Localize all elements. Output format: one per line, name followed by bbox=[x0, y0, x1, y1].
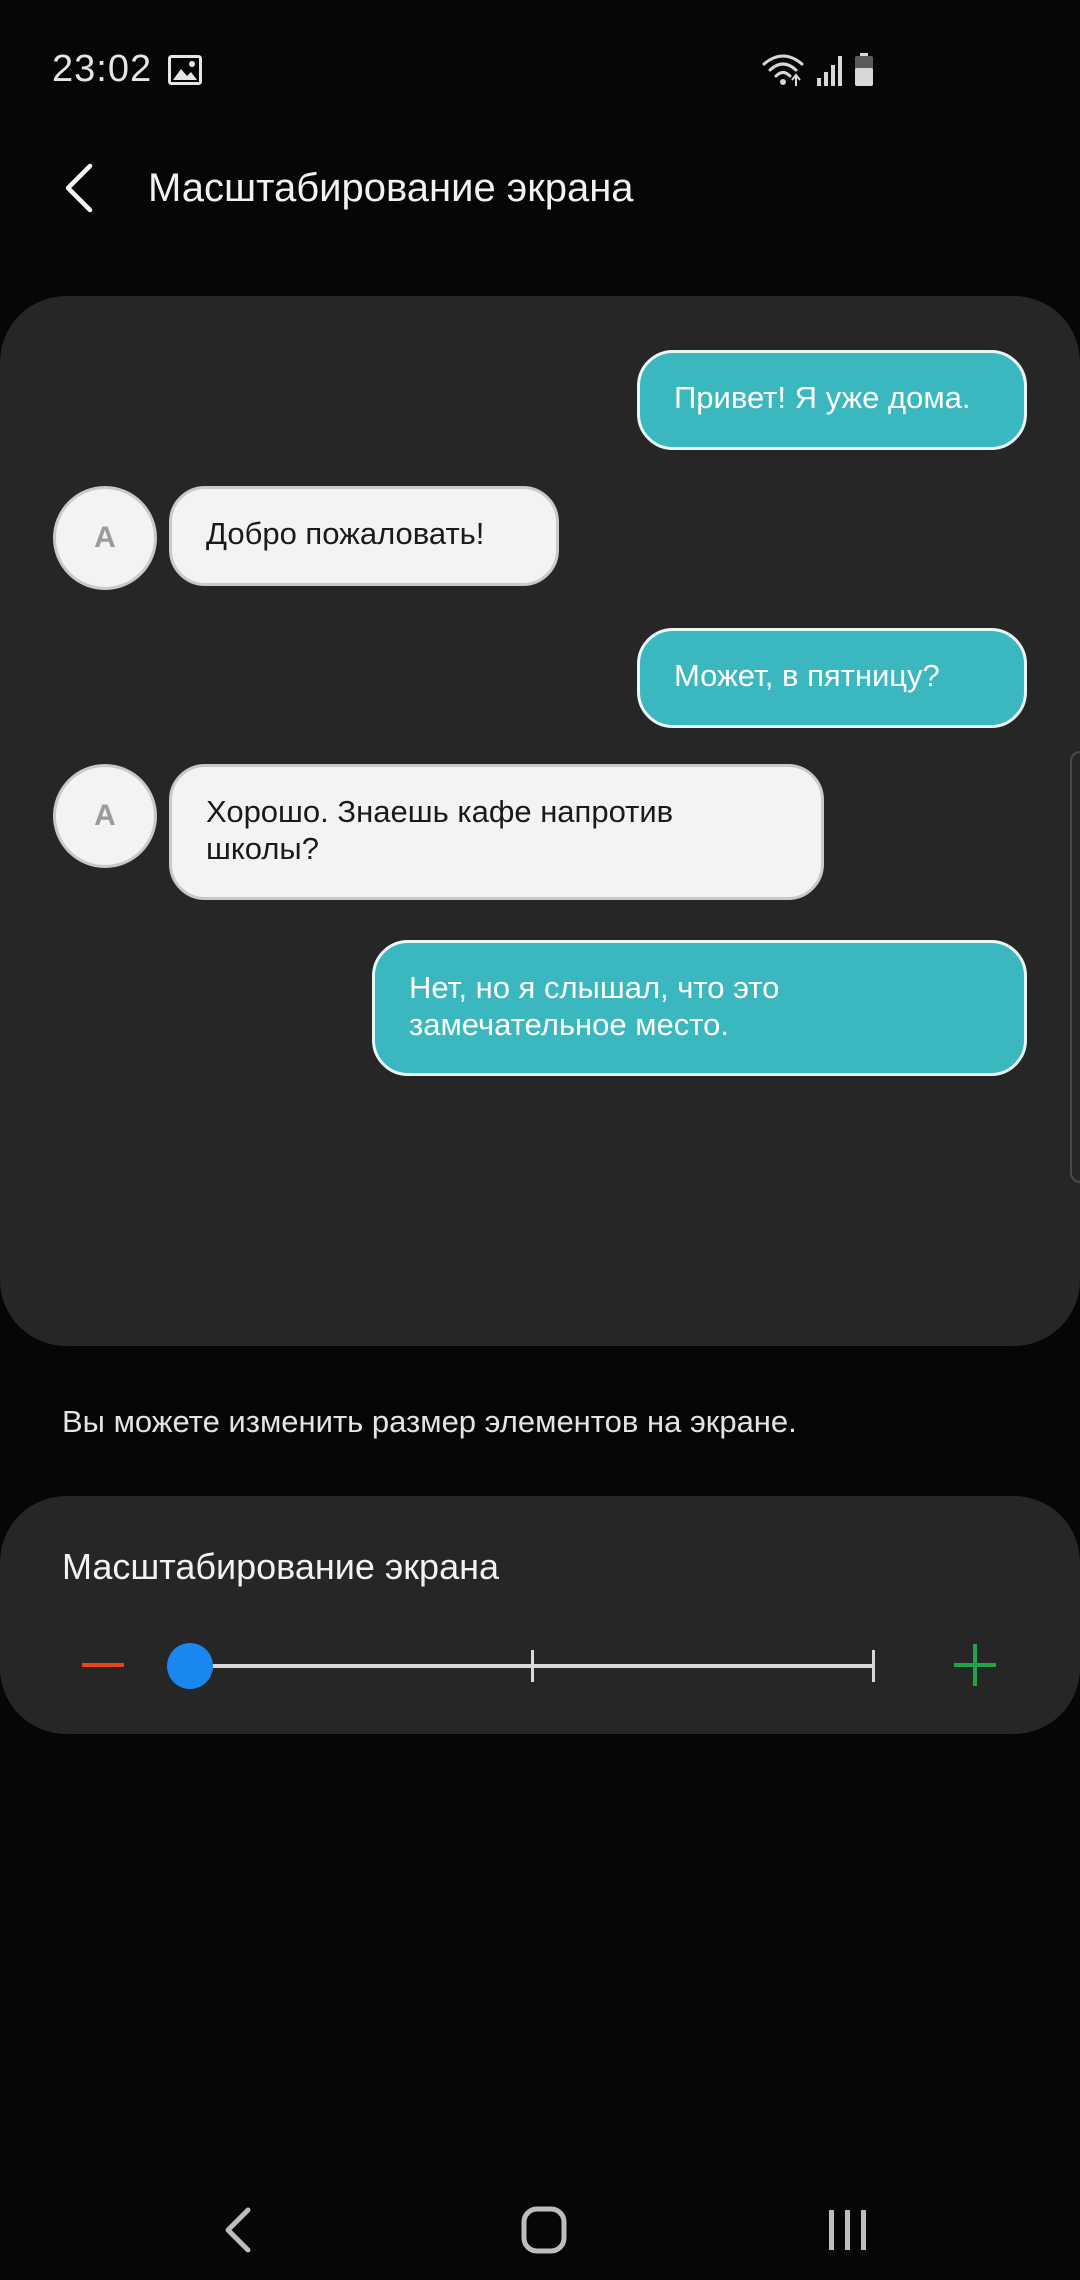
slider-tick bbox=[872, 1650, 875, 1682]
outgoing-message-bubble: Нет, но я слышал, что это замечательное … bbox=[372, 940, 1027, 1076]
message-text: Может, в пятницу? bbox=[674, 658, 940, 693]
message-text: Добро пожаловать! bbox=[206, 516, 485, 551]
scroll-indicator bbox=[1070, 751, 1080, 1183]
slider-thumb[interactable] bbox=[167, 1643, 213, 1689]
recent-apps-icon bbox=[829, 2210, 866, 2250]
avatar: A bbox=[53, 486, 157, 590]
message-text: Привет! Я уже дома. bbox=[674, 380, 971, 415]
avatar: A bbox=[53, 764, 157, 868]
incoming-message-bubble: Хорошо. Знаешь кафе напротив школы? bbox=[169, 764, 824, 900]
nav-back-button[interactable] bbox=[200, 2200, 280, 2260]
image-icon bbox=[168, 55, 202, 85]
chevron-left-icon bbox=[65, 163, 93, 213]
status-icons bbox=[762, 53, 873, 86]
preview-card: Привет! Я уже дома. A Добро пожаловать! … bbox=[0, 296, 1080, 1346]
description-text: Вы можете изменить размер элементов на э… bbox=[62, 1404, 797, 1439]
avatar-letter: A bbox=[94, 799, 116, 832]
incoming-message-bubble: Добро пожаловать! bbox=[169, 486, 559, 586]
page-title: Масштабирование экрана bbox=[148, 166, 634, 210]
signal-icon bbox=[817, 56, 842, 86]
battery-icon bbox=[855, 53, 873, 86]
outgoing-message-bubble: Может, в пятницу? bbox=[637, 628, 1027, 728]
home-icon bbox=[521, 2206, 567, 2254]
message-text: Нет, но я слышал, что это замечательное … bbox=[409, 970, 780, 1042]
zoom-card: Масштабирование экрана bbox=[0, 1496, 1080, 1734]
zoom-title: Масштабирование экрана bbox=[62, 1546, 499, 1587]
outgoing-message-bubble: Привет! Я уже дома. bbox=[637, 350, 1027, 450]
zoom-slider[interactable] bbox=[167, 1636, 894, 1696]
zoom-out-button[interactable] bbox=[72, 1634, 134, 1696]
status-bar: 23:02 bbox=[0, 0, 1080, 140]
nav-home-button[interactable] bbox=[504, 2200, 584, 2260]
navigation-bar bbox=[0, 2160, 1080, 2280]
back-button[interactable] bbox=[52, 158, 112, 218]
avatar-letter: A bbox=[94, 521, 116, 554]
zoom-in-button[interactable] bbox=[944, 1634, 1006, 1696]
wifi-icon bbox=[762, 54, 804, 78]
nav-recent-apps-button[interactable] bbox=[808, 2200, 888, 2260]
message-text: Хорошо. Знаешь кафе напротив школы? bbox=[206, 794, 674, 866]
slider-tick bbox=[531, 1650, 534, 1682]
back-icon bbox=[225, 2207, 251, 2253]
status-time: 23:02 bbox=[52, 48, 153, 90]
